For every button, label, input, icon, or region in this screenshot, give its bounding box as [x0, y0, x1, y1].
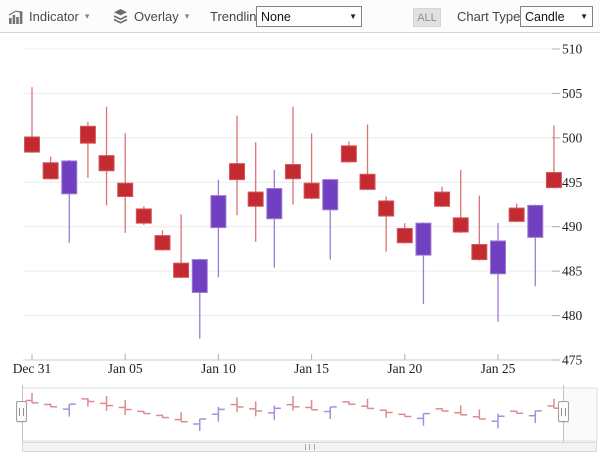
x-axis-label: Jan 15 [294, 361, 329, 376]
x-axis-label: Jan 05 [108, 361, 143, 376]
overlay-button-label: Overlay [134, 9, 179, 24]
candle-body[interactable] [491, 241, 506, 274]
candle-body[interactable] [118, 183, 133, 196]
candle-body[interactable] [136, 209, 151, 223]
y-axis-label: 475 [562, 353, 583, 368]
indicator-button-label: Indicator [29, 9, 79, 24]
chevron-down-icon: ▾ [85, 11, 90, 22]
dropdown-arrow-icon: ▼ [580, 12, 588, 21]
candle-body[interactable] [435, 192, 450, 206]
x-axis-label: Dec 31 [13, 361, 52, 376]
navigator-scrollbar[interactable] [22, 442, 597, 452]
handle-grip-icon [19, 408, 24, 416]
chart-type-select[interactable]: Candle ▼ [520, 6, 593, 27]
candle-body[interactable] [62, 161, 77, 194]
indicator-chart-icon [8, 9, 24, 24]
candle-body[interactable] [528, 205, 543, 237]
overlay-button[interactable]: Overlay ▾ [112, 0, 189, 32]
y-axis-label: 510 [562, 42, 583, 57]
candle-body[interactable] [304, 183, 319, 198]
trendline-select[interactable]: None ▼ [256, 6, 362, 27]
candle-body[interactable] [341, 146, 356, 162]
y-axis-label: 485 [562, 264, 583, 279]
candle-body[interactable] [25, 137, 40, 152]
candle-body[interactable] [192, 260, 207, 293]
x-axis-label: Jan 25 [481, 361, 516, 376]
indicator-button[interactable]: Indicator ▾ [8, 0, 89, 32]
toolbar: Indicator ▾ Overlay ▾ Trendline None ▼ A… [0, 0, 600, 33]
candle-body[interactable] [285, 165, 300, 179]
y-axis-label: 490 [562, 219, 583, 234]
scrollbar-grip[interactable] [305, 444, 315, 450]
candle-body[interactable] [99, 156, 114, 171]
candle-body[interactable] [472, 244, 487, 259]
dropdown-arrow-icon: ▼ [349, 12, 357, 21]
candle-body[interactable] [230, 164, 245, 180]
trendline-select-value: None [261, 10, 291, 24]
y-axis-label: 480 [562, 308, 583, 323]
all-range-button[interactable]: ALL [413, 8, 441, 27]
chart-type-select-value: Candle [525, 10, 565, 24]
candle-body[interactable] [248, 192, 263, 206]
candle-body[interactable] [80, 126, 95, 143]
x-axis-label: Jan 20 [387, 361, 422, 376]
x-axis-label: Jan 10 [201, 361, 236, 376]
candle-body[interactable] [379, 201, 394, 216]
candlestick-chart[interactable]: 475 480 485 490 495 500 505 510 Dec 31 Jan 05 Jan … [0, 33, 600, 385]
candle-body[interactable] [155, 236, 170, 250]
candle-body[interactable] [267, 189, 282, 219]
candle-body[interactable] [416, 223, 431, 255]
navigator-right-handle[interactable] [558, 401, 569, 422]
candle-body[interactable] [43, 163, 58, 179]
candle-body[interactable] [509, 208, 524, 221]
chart-type-label: Chart Type [457, 0, 520, 32]
y-axis-label: 505 [562, 86, 583, 101]
candle-body[interactable] [211, 196, 226, 228]
candle-body[interactable] [360, 174, 375, 189]
candle-body[interactable] [397, 228, 412, 242]
candle-body[interactable] [546, 173, 561, 188]
candle-body[interactable] [323, 180, 338, 210]
chevron-down-icon: ▾ [185, 11, 190, 22]
y-axis-label: 500 [562, 130, 583, 145]
layers-icon [112, 8, 129, 24]
y-axis-label: 495 [562, 175, 583, 190]
navigator-left-handle[interactable] [16, 401, 27, 422]
candle-body[interactable] [453, 218, 468, 232]
handle-grip-icon [561, 408, 566, 416]
chart-navigator [0, 385, 600, 462]
candle-body[interactable] [174, 263, 189, 277]
